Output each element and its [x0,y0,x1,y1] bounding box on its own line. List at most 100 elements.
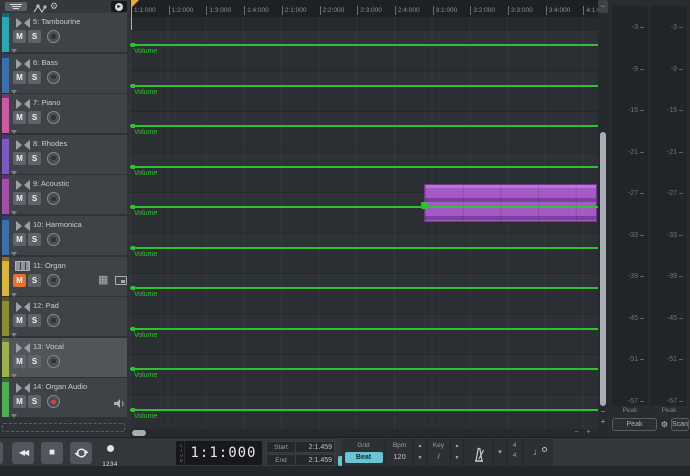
automation-point[interactable] [131,408,135,412]
zoom-in-horizontal-button[interactable]: + [583,429,594,437]
start-value[interactable]: 2:1.459 [296,441,335,453]
automation-point[interactable] [131,286,135,290]
mute-button[interactable]: M [13,30,26,43]
editor-monitor-icon[interactable] [115,276,127,285]
meter-settings-gear-icon[interactable]: ⚙ [659,418,670,431]
grid-mode-button[interactable]: Beat [345,452,383,463]
fit-view-button[interactable]: ↔ [598,0,608,13]
track-color-strip[interactable] [2,297,9,336]
track-row[interactable]: 9: Acoustic M S [2,175,127,214]
bpm-value[interactable]: 120 [393,451,406,464]
horizontal-scrollbar-thumb[interactable] [132,430,146,436]
record-arm-button[interactable] [47,111,60,124]
automation-lane[interactable]: Volume [130,71,598,111]
bpm-up-button[interactable]: ▲ [418,441,423,453]
automation-lane[interactable]: Volume [130,314,598,354]
vertical-scrollbar[interactable]: ↔ − + [598,0,608,437]
volume-automation-line[interactable] [130,287,598,289]
track-color-strip[interactable] [2,216,9,255]
volume-automation-line[interactable] [130,166,598,168]
pattern-grid-icon[interactable]: ▦ [98,274,108,287]
stop-button[interactable]: ■ [41,442,63,464]
automation-point[interactable] [131,124,135,128]
track-color-strip[interactable] [2,257,9,296]
automation-lane[interactable]: Volume [130,30,598,70]
track-row[interactable]: 8: Rhodes M S [2,135,127,174]
record-arm-button[interactable] [47,395,60,408]
automation-point[interactable] [131,246,135,250]
end-value[interactable]: 2:1.459 [296,454,335,466]
track-row[interactable]: 13: Vocal M S [2,338,127,377]
volume-automation-line[interactable] [130,409,598,411]
track-row[interactable]: 10: Harmonica M S [2,216,127,255]
timeline-ruler[interactable]: 1:1:000 1:2:000 1:3:000 1:4:000 2:1:000 … [130,0,598,30]
zoom-out-horizontal-button[interactable]: − [571,429,582,437]
track-row[interactable]: 7: Piano M S [2,94,127,133]
play-button[interactable]: ▶ [0,442,3,464]
automation-point[interactable] [131,327,135,331]
metronome-button[interactable] [464,439,494,467]
volume-automation-line[interactable] [130,85,598,87]
track-row[interactable]: 11: Organ M S ▦ [2,257,127,296]
automation-lane[interactable]: Volume [130,273,598,313]
track-color-strip[interactable] [2,94,9,133]
solo-button[interactable]: S [28,30,41,43]
solo-button[interactable]: S [28,111,41,124]
collapse-panel-button[interactable]: ▸ [111,1,127,12]
speaker-icon[interactable] [113,396,126,414]
filter-icon[interactable] [5,2,27,11]
record-arm-button[interactable] [47,71,60,84]
arrangement-area[interactable]: Volume Volume Volume Volume Volume Volum… [130,30,598,437]
solo-button[interactable]: S [28,192,41,205]
scan-button[interactable]: Scan [671,418,689,431]
key-down-button[interactable]: ▼ [455,453,460,465]
volume-automation-line[interactable] [130,206,598,208]
mute-button[interactable]: M [13,233,26,246]
automation-lane[interactable]: Volume [130,111,598,151]
mute-button[interactable]: M [13,111,26,124]
key-up-button[interactable]: ▲ [455,441,460,453]
solo-button[interactable]: S [28,274,41,287]
zoom-in-vertical-button[interactable]: + [598,417,608,427]
volume-automation-line[interactable] [130,44,598,46]
record-arm-button[interactable] [47,30,60,43]
record-arm-button[interactable] [47,274,60,287]
mute-button[interactable]: M [13,395,26,408]
quantize-button[interactable]: ♩ [523,439,553,467]
record-arm-button[interactable] [47,355,60,368]
track-color-strip[interactable] [2,135,9,174]
volume-automation-line[interactable] [130,368,598,370]
track-color-strip[interactable] [2,13,9,52]
audio-clip[interactable] [424,184,597,222]
key-value[interactable]: / [437,451,439,464]
automation-point[interactable] [131,43,135,47]
rewind-button[interactable]: ◀◀ [12,442,34,464]
automation-point[interactable] [131,165,135,169]
automation-point[interactable] [131,205,135,209]
count-in-metronome-button[interactable]: 1234 [98,442,122,464]
peak-mode-button[interactable]: Peak [612,418,657,431]
automation-lane[interactable]: Volume [130,354,598,394]
track-color-strip[interactable] [2,54,9,93]
solo-button[interactable]: S [28,395,41,408]
loop-marker-strip[interactable] [130,17,598,30]
loop-button[interactable] [70,442,92,464]
volume-automation-line[interactable] [130,328,598,330]
metronome-dropdown[interactable]: ▾ [494,439,507,467]
gear-icon[interactable]: ⚙ [50,0,58,13]
zoom-out-vertical-button[interactable]: − [598,407,608,417]
automation-point[interactable] [421,202,428,209]
mute-button[interactable]: M [13,192,26,205]
mute-button[interactable]: M [13,314,26,327]
solo-button[interactable]: S [28,314,41,327]
key-group[interactable]: Key / [427,439,451,467]
track-row[interactable]: 6: Bass M S [2,54,127,93]
automation-lane[interactable]: Volume [130,233,598,273]
record-arm-button[interactable] [47,152,60,165]
track-row[interactable]: 12: Pad M S [2,297,127,336]
solo-button[interactable]: S [28,152,41,165]
mute-button[interactable]: M [13,355,26,368]
time-display[interactable]: LIVE 1:1:000 [176,441,262,465]
mute-button[interactable]: M [13,152,26,165]
solo-button[interactable]: S [28,71,41,84]
